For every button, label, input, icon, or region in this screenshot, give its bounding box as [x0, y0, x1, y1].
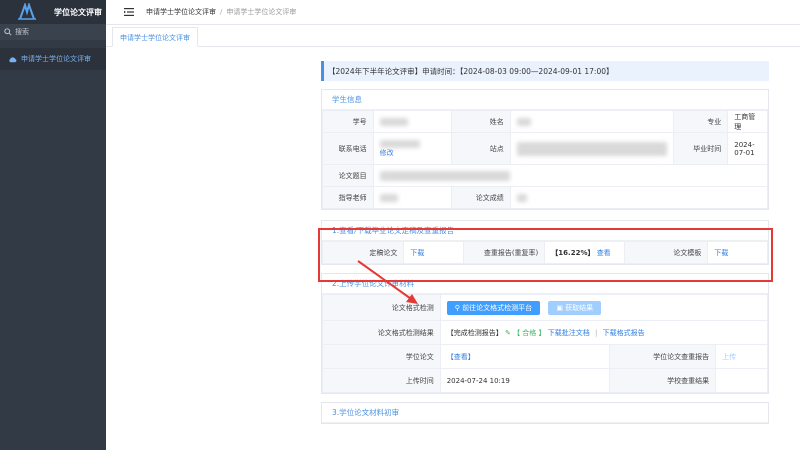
sidebar-search-label: 搜索	[15, 28, 29, 36]
cloud-icon	[9, 56, 17, 62]
download-format-report-link[interactable]: 下载格式报告	[603, 329, 645, 337]
logo-bar: 学位论文评审	[0, 0, 106, 24]
student-info-panel: 学生信息 学号 姓名 专业 工商管理 联系电话 修改 站点 毕业时间 2024-…	[321, 89, 769, 210]
main-area: 【2024年下半年论文评审】申请时间：【2024-08-03 09:00—202…	[106, 47, 800, 450]
label-score: 论文成绩	[451, 186, 511, 209]
link-divider: |	[594, 328, 598, 337]
student-info-table: 学号 姓名 专业 工商管理 联系电话 修改 站点 毕业时间 2024-07-01…	[322, 110, 769, 209]
section3-title: 3.学位论文材料初审	[322, 403, 768, 423]
value-thesis-title	[372, 164, 769, 187]
degree-thesis-cell: 【查看】	[439, 344, 611, 369]
link-icon: ⚲	[454, 303, 463, 312]
app-title: 学位论文评审	[54, 7, 102, 17]
result-pass: 【 合格 】	[513, 328, 546, 337]
section-initial-review: 3.学位论文材料初审	[321, 402, 769, 424]
value-advisor	[372, 186, 453, 209]
edit-phone-link[interactable]: 修改	[380, 149, 394, 157]
value-name	[509, 110, 674, 133]
edit-icon: ✎	[504, 328, 511, 337]
breadcrumb-separator: /	[220, 8, 223, 16]
fetch-result-label: 获取结果	[565, 303, 594, 312]
format-result-cell: 【完成检测报告】 ✎ 【 合格 】 下载批注文档 | 下载格式报告	[439, 320, 769, 345]
menu-toggle-icon[interactable]	[124, 8, 134, 16]
upload-plagiarism-link[interactable]: 上传	[722, 353, 736, 361]
value-phone: 修改	[372, 132, 453, 165]
value-student-id	[372, 110, 453, 133]
value-major: 工商管理	[727, 110, 768, 133]
label-upload-time: 上传时间	[322, 368, 441, 393]
sidebar-search[interactable]: 搜索	[0, 24, 106, 40]
label-student-id: 学号	[322, 110, 374, 133]
application-notice: 【2024年下半年论文评审】申请时间：【2024-08-03 09:00—202…	[321, 61, 769, 81]
sidebar: 学位论文评审 搜索 申请学士学位论文评审	[0, 0, 106, 450]
goto-format-check-label: 前往论文格式检测平台	[462, 303, 533, 312]
value-campus	[509, 132, 674, 165]
school-check-value	[715, 368, 768, 393]
upload-time-value: 2024-07-24 10:19	[439, 368, 611, 393]
breadcrumb-root[interactable]: 申请学士学位论文评审	[146, 7, 216, 17]
annotation-arrow-icon	[357, 260, 418, 304]
value-score	[509, 186, 769, 209]
label-major: 专业	[672, 110, 729, 133]
label-plagiarism-upload: 学位论文查重报告	[609, 344, 717, 369]
lock-icon: ▣	[556, 303, 566, 312]
sidebar-item-label: 申请学士学位论文评审	[21, 55, 91, 63]
plagiarism-upload-cell: 上传	[715, 344, 768, 369]
fetch-result-button[interactable]: ▣ 获取结果	[548, 300, 602, 315]
label-name: 姓名	[451, 110, 511, 133]
format-check-actions: ⚲ 前往论文格式检测平台 ▣ 获取结果	[439, 294, 769, 321]
goto-format-check-button[interactable]: ⚲ 前往论文格式检测平台	[446, 300, 541, 315]
value-grad-time: 2024-07-01	[727, 132, 768, 165]
label-campus: 站点	[451, 132, 511, 165]
result-prefix: 【完成检测报告】	[446, 328, 503, 337]
sidebar-item-thesis-review[interactable]: 申请学士学位论文评审	[0, 48, 106, 70]
label-grad-time: 毕业时间	[672, 132, 729, 165]
view-thesis-link[interactable]: 【查看】	[447, 353, 475, 361]
tab-bar: 申请学士学位论文评审	[106, 25, 800, 47]
breadcrumb-current: 申请学士学位论文评审	[226, 8, 297, 16]
student-info-title: 学生信息	[322, 90, 768, 110]
download-annotated-link[interactable]: 下载批注文档	[548, 329, 590, 337]
label-school-check: 学校查重结果	[609, 368, 717, 393]
app-logo-icon	[18, 3, 36, 20]
label-thesis-title: 论文题目	[322, 164, 374, 187]
search-icon	[4, 28, 12, 36]
label-phone: 联系电话	[322, 132, 374, 165]
tab-thesis-review[interactable]: 申请学士学位论文评审	[112, 27, 198, 47]
label-format-result: 论文格式检测结果	[322, 320, 441, 345]
label-degree-thesis: 学位论文	[322, 344, 441, 369]
label-advisor: 指导老师	[322, 186, 374, 209]
top-header: 申请学士学位论文评审 / 申请学士学位论文评审	[106, 0, 800, 25]
